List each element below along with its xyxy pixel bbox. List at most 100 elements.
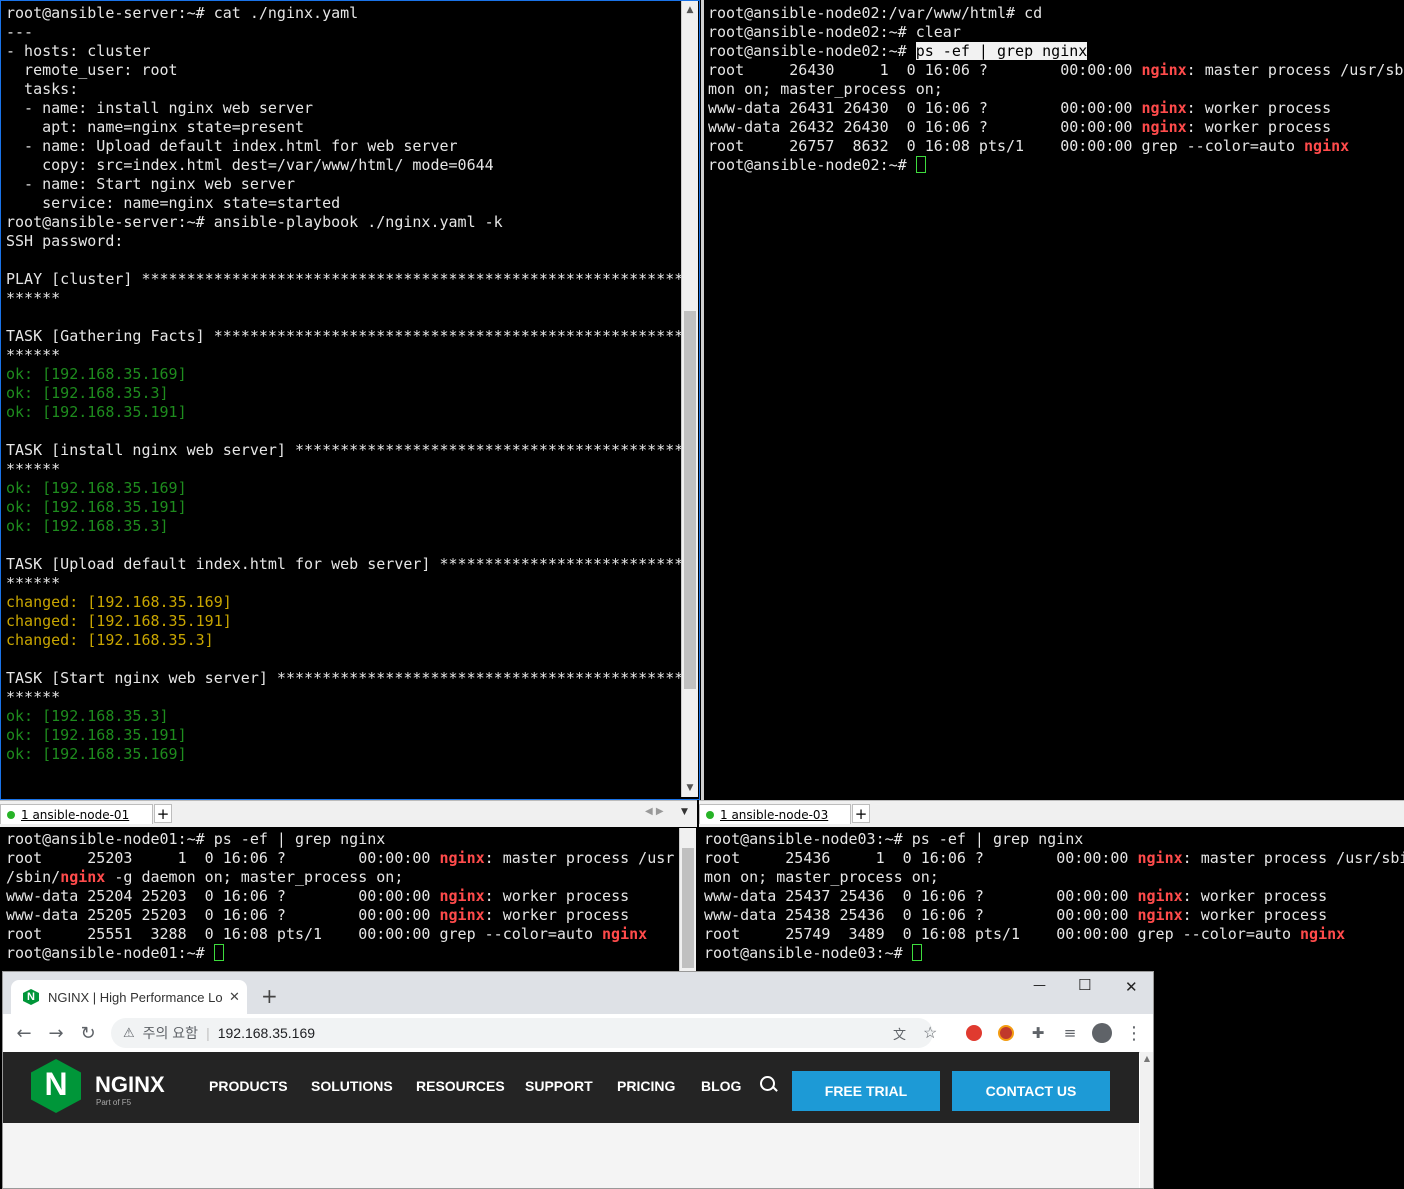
terminal-text: root@ansible-node02:~# <box>708 42 916 60</box>
terminal-line: root@ansible-node02:~# ps -ef | grep ngi… <box>708 42 1404 61</box>
terminal-line: --- <box>6 23 682 42</box>
terminal-ansible-server[interactable]: root@ansible-server:~# cat ./nginx.yaml -… <box>2 4 682 796</box>
nav-blog[interactable]: BLOG <box>701 1078 741 1094</box>
terminal-text: root@ansible-server:~# cat ./nginx.yaml <box>6 4 359 22</box>
new-browser-tab-button[interactable]: + <box>261 984 278 1008</box>
page-scrollbar[interactable]: ▲ <box>1140 1052 1153 1188</box>
security-label[interactable]: 주의 요함 <box>143 1023 198 1043</box>
scrollbar-thumb[interactable] <box>684 311 696 689</box>
terminal-ansible-node02[interactable]: root@ansible-node02:/var/www/html# cd roo… <box>704 4 1404 800</box>
terminal-line: root 25203 1 0 16:06 ? 00:00:00 nginx: m… <box>6 849 678 868</box>
maximize-button[interactable]: ☐ <box>1078 976 1091 994</box>
terminal-text: ok: [192.168.35.169] <box>6 745 187 763</box>
extensions-puzzle-icon[interactable]: ✚ <box>1025 1020 1051 1046</box>
page-scroll-up-icon[interactable]: ▲ <box>1140 1054 1153 1063</box>
nav-products[interactable]: PRODUCTS <box>209 1078 288 1094</box>
status-dot-icon <box>7 810 15 819</box>
nav-resources[interactable]: RESOURCES <box>416 1078 505 1094</box>
terminal-line: apt: name=nginx state=present <box>6 118 682 137</box>
extension-shield-icon[interactable] <box>993 1020 1019 1046</box>
tab-ansible-node-01[interactable]: 1 ansible-node-01 <box>0 804 153 824</box>
terminal-text: nginx <box>439 906 485 924</box>
url-text[interactable]: 192.168.35.169 <box>218 1025 315 1041</box>
reload-icon[interactable]: ↻ <box>75 1020 101 1046</box>
terminal-text: TASK [Gathering Facts] *****************… <box>6 327 682 345</box>
terminal-text: ok: [192.168.35.3] <box>6 517 169 535</box>
close-tab-icon[interactable]: ✕ <box>229 989 240 1005</box>
terminal-text: nginx <box>60 868 106 886</box>
terminal-line: www-data 26431 26430 0 16:06 ? 00:00:00 … <box>708 99 1404 118</box>
server-terminal-scrollbar[interactable]: ▲ ▼ <box>681 1 698 797</box>
terminal-line: root@ansible-node02:~# <box>708 156 1404 175</box>
site-search-icon[interactable] <box>760 1076 778 1092</box>
media-control-icon[interactable]: ≡ <box>1057 1020 1083 1046</box>
terminal-text: root 26430 1 0 16:06 ? 00:00:00 <box>708 61 1142 79</box>
terminal-line: - name: Upload default index.html for we… <box>6 137 682 156</box>
terminal-text: ok: [192.168.35.191] <box>6 498 187 516</box>
node01-terminal-scrollbar[interactable] <box>679 828 696 971</box>
terminal-text: root 25203 1 0 16:06 ? 00:00:00 <box>6 849 440 867</box>
terminal-text: mon on; master_process on; <box>704 868 939 886</box>
terminal-text: -g daemon on; master_process on; <box>105 868 404 886</box>
tab-scroll-arrows-icon[interactable]: ◀ ▶ <box>645 806 664 817</box>
terminal-text: : master process /usr/sbi <box>1186 61 1404 79</box>
minimize-button[interactable]: — <box>1033 978 1046 993</box>
translate-icon[interactable]: 文 <box>893 1024 906 1043</box>
nav-solutions[interactable]: SOLUTIONS <box>311 1078 393 1094</box>
hero-background <box>3 1123 1139 1188</box>
new-tab-button[interactable]: + <box>852 804 870 823</box>
nav-support[interactable]: SUPPORT <box>525 1078 593 1094</box>
terminal-line: root 26757 8632 0 16:08 pts/1 00:00:00 g… <box>708 137 1404 156</box>
extension-red-icon[interactable] <box>961 1020 987 1046</box>
terminal-line: ok: [192.168.35.169] <box>6 745 682 764</box>
nginx-logo-text: NGINX <box>95 1072 165 1097</box>
terminal-line: changed: [192.168.35.3] <box>6 631 682 650</box>
terminal-line: - hosts: cluster <box>6 42 682 61</box>
terminal-line: ok: [192.168.35.191] <box>6 726 682 745</box>
terminal-text: root@ansible-node02:/var/www/html# cd <box>708 4 1043 22</box>
scroll-down-arrow-icon[interactable]: ▼ <box>682 781 698 795</box>
terminal-text: nginx <box>1141 61 1187 79</box>
contact-us-button[interactable]: CONTACT US <box>952 1071 1110 1111</box>
browser-toolbar: ← → ↻ ⚠ 주의 요함 | 192.168.35.169 文 ☆ ✚ ≡ ⋮ <box>3 1014 1153 1053</box>
free-trial-button[interactable]: FREE TRIAL <box>792 1071 940 1111</box>
tab-ansible-node-03[interactable]: 1 ansible-node-03 <box>699 804 851 824</box>
browser-menu-icon[interactable]: ⋮ <box>1121 1020 1147 1046</box>
terminal-line: www-data 25437 25436 0 16:06 ? 00:00:00 … <box>704 887 1404 906</box>
terminal-text: ok: [192.168.35.191] <box>6 403 187 421</box>
terminal-text: nginx <box>1304 137 1350 155</box>
terminal-line: TASK [Upload default index.html for web … <box>6 555 682 574</box>
tab-list-dropdown-icon[interactable]: ▼ <box>681 807 688 817</box>
back-arrow-icon[interactable]: ← <box>11 1020 37 1046</box>
terminal-ansible-node01[interactable]: root@ansible-node01:~# ps -ef | grep ngi… <box>2 830 678 971</box>
terminal-text: tasks: <box>6 80 79 98</box>
terminal-line: root 25749 3489 0 16:08 pts/1 00:00:00 g… <box>704 925 1404 944</box>
terminal-line: mon on; master_process on; <box>704 868 1404 887</box>
terminal-text: : worker process <box>1182 887 1328 905</box>
close-window-button[interactable]: ✕ <box>1125 978 1138 996</box>
scrollbar-thumb[interactable] <box>682 848 694 968</box>
scroll-up-arrow-icon[interactable]: ▲ <box>682 3 698 17</box>
warning-icon[interactable]: ⚠ <box>123 1025 135 1041</box>
terminal-line: ****** <box>6 574 682 593</box>
browser-tab-nginx[interactable]: N NGINX | High Performance Loa ✕ <box>11 980 247 1014</box>
terminal-text: root 26757 8632 0 16:08 pts/1 00:00:00 g… <box>708 137 1305 155</box>
terminal-text: www-data 25205 25203 0 16:06 ? 00:00:00 <box>6 906 440 924</box>
node01-tabbar: 1 ansible-node-01 + ◀ ▶ ▼ <box>0 800 697 827</box>
terminal-text: root 25436 1 0 16:06 ? 00:00:00 <box>704 849 1138 867</box>
forward-arrow-icon[interactable]: → <box>43 1020 69 1046</box>
terminal-text: TASK [Start nginx web server] **********… <box>6 669 682 687</box>
terminal-line: root@ansible-node02:~# clear <box>708 23 1404 42</box>
new-tab-button[interactable]: + <box>154 804 172 823</box>
terminal-text: ****** <box>6 289 61 307</box>
terminal-text: ****** <box>6 346 61 364</box>
nav-pricing[interactable]: PRICING <box>617 1078 675 1094</box>
bookmark-star-icon[interactable]: ☆ <box>923 1023 937 1043</box>
profile-avatar-icon[interactable] <box>1089 1020 1115 1046</box>
terminal-text: root@ansible-node01:~# ps -ef | grep ngi… <box>6 830 386 848</box>
nginx-logo[interactable]: N NGINX Part of F5 <box>31 1059 181 1115</box>
terminal-text: : worker process <box>1186 118 1332 136</box>
address-bar[interactable]: ⚠ 주의 요함 | 192.168.35.169 文 ☆ <box>111 1018 937 1048</box>
